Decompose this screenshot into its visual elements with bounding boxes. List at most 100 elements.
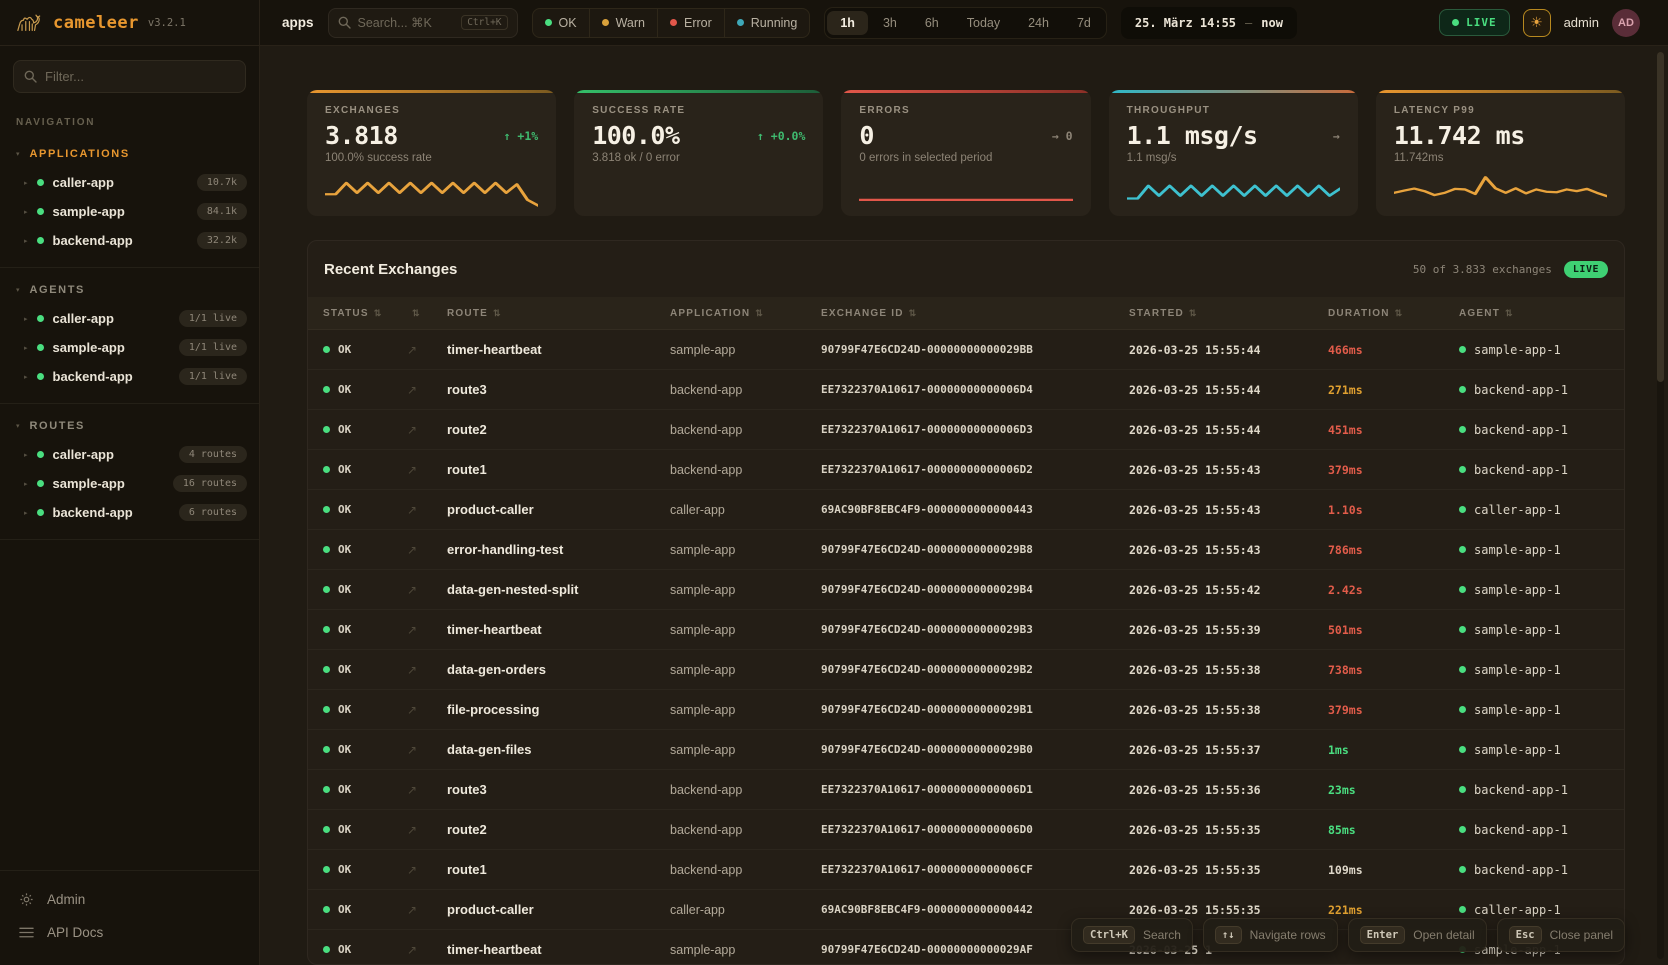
open-detail-icon[interactable]: ↗	[407, 463, 447, 477]
exchange-row-6[interactable]: OK ↗ error-handling-test sample-app 9079…	[308, 530, 1624, 570]
column-header-agent[interactable]: AGENT ⇅	[1459, 308, 1609, 319]
sort-icon: ⇅	[1189, 308, 1198, 319]
sparkline-chart	[1394, 173, 1607, 207]
open-detail-icon[interactable]: ↗	[407, 703, 447, 717]
nav-item-routes-backend-app[interactable]: ▸ backend-app 6 routes	[0, 498, 259, 527]
time-range-today[interactable]: Today	[954, 11, 1013, 35]
global-search[interactable]: Ctrl+K	[328, 8, 518, 38]
open-detail-icon[interactable]: ↗	[407, 343, 447, 357]
column-header-duration[interactable]: DURATION ⇅	[1328, 308, 1459, 319]
open-detail-icon[interactable]: ↗	[407, 663, 447, 677]
open-detail-icon[interactable]: ↗	[407, 743, 447, 757]
exchange-row-2[interactable]: OK ↗ route3 backend-app EE7322370A10617-…	[308, 370, 1624, 410]
nav-item-agents-caller-app[interactable]: ▸ caller-app 1/1 live	[0, 304, 259, 333]
chevron-down-icon: ▾	[16, 150, 20, 158]
column-header-exchange-id[interactable]: EXCHANGE ID ⇅	[821, 308, 1129, 319]
exchange-row-4[interactable]: OK ↗ route1 backend-app EE7322370A10617-…	[308, 450, 1624, 490]
column-header-route[interactable]: ROUTE ⇅	[447, 308, 670, 319]
duration-cell: 23ms	[1328, 783, 1459, 797]
open-detail-icon[interactable]: ↗	[407, 583, 447, 597]
hint-navigate-rows: ↑↓ Navigate rows	[1203, 918, 1338, 952]
ok-dot-icon	[323, 826, 330, 833]
scrollbar-thumb[interactable]	[1657, 52, 1664, 382]
exchange-row-5[interactable]: OK ↗ product-caller caller-app 69AC90BF8…	[308, 490, 1624, 530]
open-detail-icon[interactable]: ↗	[407, 543, 447, 557]
search-input[interactable]	[358, 16, 455, 30]
nav-section-header[interactable]: ▾ AGENTS	[0, 276, 259, 304]
time-range-24h[interactable]: 24h	[1015, 11, 1062, 35]
started-cell: 2026-03-25 15:55:44	[1129, 343, 1328, 357]
exchange-row-10[interactable]: OK ↗ file-processing sample-app 90799F47…	[308, 690, 1624, 730]
open-detail-icon[interactable]: ↗	[407, 863, 447, 877]
stat-card-exchanges: EXCHANGES 3.818 ↑ +1% 100.0% success rat…	[307, 90, 556, 216]
time-range-3h[interactable]: 3h	[870, 11, 910, 35]
nav-item-agents-backend-app[interactable]: ▸ backend-app 1/1 live	[0, 362, 259, 391]
application-cell: sample-app	[670, 943, 821, 957]
column-header-application[interactable]: APPLICATION ⇅	[670, 308, 821, 319]
hint-key-badge: Ctrl+K	[1083, 926, 1135, 944]
status-filter-error[interactable]: Error	[658, 9, 725, 37]
agent-dot-icon	[1459, 626, 1466, 633]
exchange-row-13[interactable]: OK ↗ route2 backend-app EE7322370A10617-…	[308, 810, 1624, 850]
column-header-icon[interactable]: ⇅	[407, 308, 447, 319]
admin-label: Admin	[47, 892, 85, 907]
open-detail-icon[interactable]: ↗	[407, 423, 447, 437]
nav-item-applications-caller-app[interactable]: ▸ caller-app 10.7k	[0, 168, 259, 197]
status-filter-running[interactable]: Running	[725, 9, 810, 37]
health-dot-icon	[37, 509, 44, 516]
filter-input[interactable]	[45, 69, 235, 84]
agent-dot-icon	[1459, 386, 1466, 393]
column-header-started[interactable]: STARTED ⇅	[1129, 308, 1328, 319]
sidebar-item-admin[interactable]: Admin	[0, 883, 259, 916]
status-filter-warn[interactable]: Warn	[590, 9, 658, 37]
sidebar-item-api-docs[interactable]: API Docs	[0, 916, 259, 949]
stat-card-throughput: THROUGHPUT 1.1 msg/s → 1.1 msg/s	[1109, 90, 1358, 216]
nav-item-routes-sample-app[interactable]: ▸ sample-app 16 routes	[0, 469, 259, 498]
nav-item-agents-sample-app[interactable]: ▸ sample-app 1/1 live	[0, 333, 259, 362]
exchange-row-14[interactable]: OK ↗ route1 backend-app EE7322370A10617-…	[308, 850, 1624, 890]
exchange-row-7[interactable]: OK ↗ data-gen-nested-split sample-app 90…	[308, 570, 1624, 610]
agent-cell: sample-app-1	[1459, 703, 1609, 717]
exchange-row-11[interactable]: OK ↗ data-gen-files sample-app 90799F47E…	[308, 730, 1624, 770]
time-range-1h[interactable]: 1h	[827, 11, 868, 35]
open-detail-icon[interactable]: ↗	[407, 623, 447, 637]
exchange-row-3[interactable]: OK ↗ route2 backend-app EE7322370A10617-…	[308, 410, 1624, 450]
duration-cell: 2.42s	[1328, 583, 1459, 597]
exchange-row-8[interactable]: OK ↗ timer-heartbeat sample-app 90799F47…	[308, 610, 1624, 650]
nav-section-header[interactable]: ▾ ROUTES	[0, 412, 259, 440]
nav-section-header[interactable]: ▾ APPLICATIONS	[0, 140, 259, 168]
exchange-row-9[interactable]: OK ↗ data-gen-orders sample-app 90799F47…	[308, 650, 1624, 690]
theme-toggle-button[interactable]: ☀	[1523, 9, 1551, 37]
exchange-row-1[interactable]: OK ↗ timer-heartbeat sample-app 90799F47…	[308, 330, 1624, 370]
live-toggle-button[interactable]: LIVE	[1439, 9, 1510, 36]
open-detail-icon[interactable]: ↗	[407, 903, 447, 917]
nav-item-applications-backend-app[interactable]: ▸ backend-app 32.2k	[0, 226, 259, 255]
time-range-6h[interactable]: 6h	[912, 11, 952, 35]
open-detail-icon[interactable]: ↗	[407, 503, 447, 517]
exchange-row-12[interactable]: OK ↗ route3 backend-app EE7322370A10617-…	[308, 770, 1624, 810]
app-version: v3.2.1	[148, 17, 186, 29]
exchange-id-cell: EE7322370A10617-00000000000006D2	[821, 463, 1129, 476]
sort-icon: ⇅	[1395, 308, 1404, 319]
route-cell: route3	[447, 782, 670, 797]
navigation-label: NAVIGATION	[16, 117, 243, 128]
open-detail-icon[interactable]: ↗	[407, 823, 447, 837]
exchange-id-cell: 90799F47E6CD24D-00000000000029BB	[821, 343, 1129, 356]
date-range-picker[interactable]: 25. März 14:55 — now	[1121, 7, 1297, 39]
route-cell: timer-heartbeat	[447, 942, 670, 957]
nav-item-applications-sample-app[interactable]: ▸ sample-app 84.1k	[0, 197, 259, 226]
chevron-right-icon: ▸	[24, 208, 28, 216]
open-detail-icon[interactable]: ↗	[407, 383, 447, 397]
health-dot-icon	[37, 237, 44, 244]
started-cell: 2026-03-25 15:55:38	[1129, 703, 1328, 717]
status-filter-ok[interactable]: OK	[533, 9, 590, 37]
avatar[interactable]: AD	[1612, 9, 1640, 37]
open-detail-icon[interactable]: ↗	[407, 943, 447, 957]
sidebar-filter[interactable]	[13, 60, 246, 93]
application-cell: backend-app	[670, 783, 821, 797]
nav-item-routes-caller-app[interactable]: ▸ caller-app 4 routes	[0, 440, 259, 469]
time-range-7d[interactable]: 7d	[1064, 11, 1104, 35]
scrollbar-track[interactable]	[1657, 52, 1664, 959]
open-detail-icon[interactable]: ↗	[407, 783, 447, 797]
column-header-status[interactable]: STATUS ⇅	[323, 308, 407, 319]
